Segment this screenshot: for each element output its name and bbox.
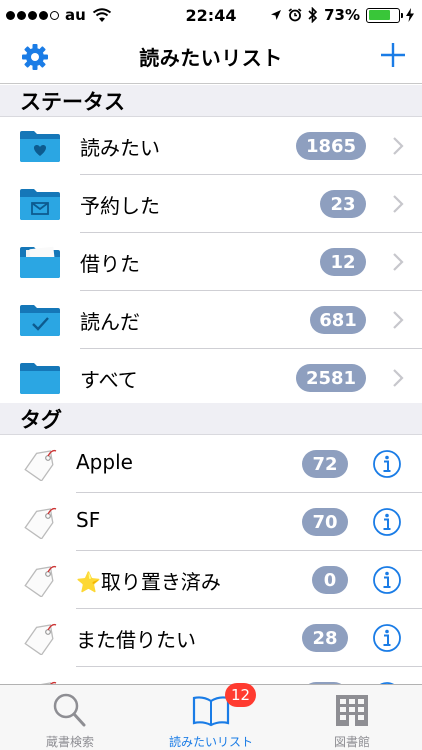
status-bar: au 22:44 73% — [0, 0, 422, 30]
chevron-right-icon — [393, 311, 404, 329]
tag-icon — [24, 507, 57, 539]
tab-library[interactable]: 図書館 — [282, 685, 422, 750]
bluetooth-icon — [308, 7, 318, 23]
folder-mail-icon — [20, 189, 60, 220]
count-badge: 2581 — [296, 364, 366, 392]
folder-icon — [20, 363, 60, 394]
tag-label-text: 取り置き済み — [100, 570, 221, 594]
status-label: 読んだ — [80, 310, 140, 334]
count-badge: 1865 — [296, 132, 366, 160]
status-label: すべて — [80, 368, 138, 392]
info-icon[interactable] — [372, 507, 402, 537]
folder-heart-icon — [20, 131, 60, 162]
search-icon — [53, 693, 86, 727]
tag-row-borrow-again[interactable]: また借りたい 28 — [0, 609, 422, 667]
info-icon[interactable] — [372, 623, 402, 653]
tag-row-sf[interactable]: SF 70 — [0, 493, 422, 551]
count-badge: 681 — [310, 306, 366, 334]
gear-icon[interactable] — [20, 42, 50, 72]
chevron-right-icon — [393, 369, 404, 387]
section-header-status: ステータス — [0, 85, 422, 117]
tag-row-on-hold[interactable]: ⭐取り置き済み 0 — [0, 551, 422, 609]
navigation-bar: 読みたいリスト — [0, 30, 422, 84]
tab-label: 図書館 — [333, 735, 370, 749]
count-badge: 12 — [320, 248, 366, 276]
tag-icon — [24, 565, 57, 597]
tab-search[interactable]: 蔵書検索 — [0, 685, 140, 750]
building-icon — [336, 695, 368, 726]
tab-badge: 12 — [225, 683, 257, 707]
status-icons: 73% — [270, 6, 414, 24]
chevron-right-icon — [393, 137, 404, 155]
status-row-borrowed[interactable]: 借りた 12 — [0, 233, 422, 291]
status-label: 予約した — [80, 194, 160, 218]
alarm-icon — [288, 8, 302, 22]
tag-label: また借りたい — [76, 628, 196, 652]
count-badge: 23 — [320, 190, 366, 218]
tag-icon — [24, 623, 57, 655]
page-title: 読みたいリスト — [139, 46, 283, 70]
chevron-right-icon — [393, 253, 404, 271]
info-icon[interactable] — [372, 565, 402, 595]
status-label: 借りた — [80, 252, 140, 276]
status-label: 読みたい — [80, 136, 160, 160]
add-icon[interactable] — [378, 40, 408, 70]
count-badge: 70 — [302, 508, 348, 536]
section-header-tags: タグ — [0, 403, 422, 435]
location-icon — [271, 10, 282, 20]
status-row-want-to-read[interactable]: 読みたい 1865 — [0, 117, 422, 175]
folder-documents-icon — [20, 246, 60, 278]
status-row-reserved[interactable]: 予約した 23 — [0, 175, 422, 233]
chevron-right-icon — [393, 195, 404, 213]
status-row-read[interactable]: 読んだ 681 — [0, 291, 422, 349]
count-badge: 0 — [312, 566, 348, 594]
tag-row-apple[interactable]: Apple 72 — [0, 435, 422, 493]
tab-label: 読みたいリスト — [168, 735, 253, 749]
tag-icon — [24, 449, 57, 481]
tag-label: ⭐取り置き済み — [76, 566, 221, 595]
status-row-all[interactable]: すべて 2581 — [0, 349, 422, 407]
star-icon: ⭐ — [76, 570, 101, 594]
tag-label: SF — [76, 508, 101, 532]
battery-icon — [366, 7, 403, 23]
tab-bar: 蔵書検索 12 読みたいリスト 図書館 — [0, 683, 422, 750]
info-icon[interactable] — [372, 449, 402, 479]
tag-row-partial[interactable] — [0, 667, 422, 684]
count-badge: 28 — [302, 624, 348, 652]
tab-label: 蔵書検索 — [45, 735, 94, 749]
charging-icon — [406, 8, 414, 22]
tab-reading-list[interactable]: 12 読みたいリスト — [141, 683, 281, 750]
folder-check-icon — [20, 305, 60, 336]
battery-percent: 73% — [324, 6, 360, 24]
count-badge: 72 — [302, 450, 348, 478]
tag-label: Apple — [76, 450, 133, 474]
